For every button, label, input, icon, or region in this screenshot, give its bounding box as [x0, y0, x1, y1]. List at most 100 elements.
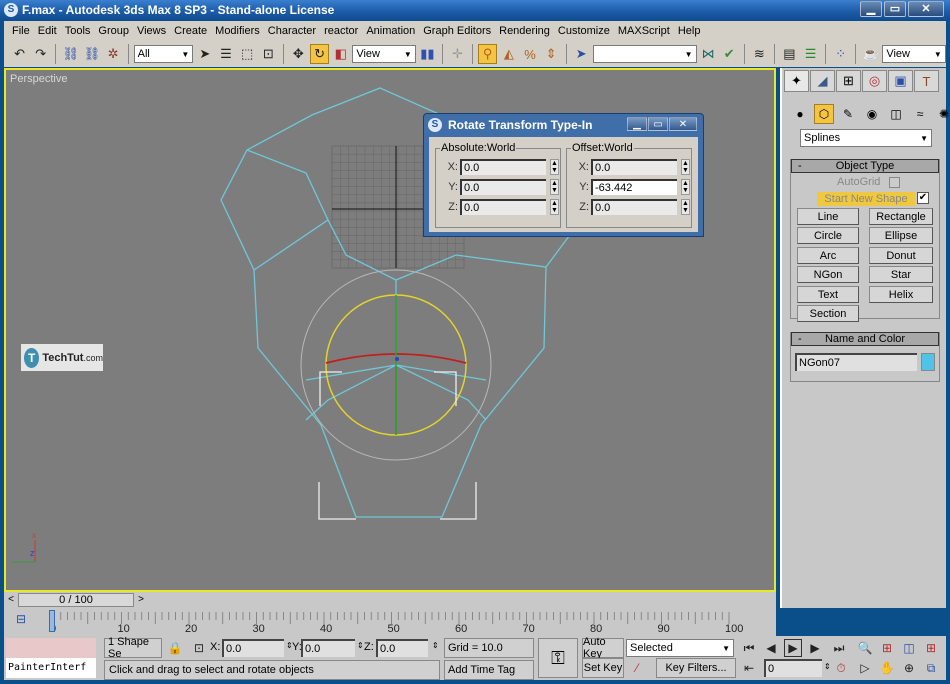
utilities-tab-icon[interactable]: T [914, 70, 939, 92]
pivot-center-icon[interactable]: ▮▮ [418, 44, 437, 64]
rectangle-button[interactable]: Rectangle [869, 208, 933, 225]
create-tab-icon[interactable]: ✦ [784, 70, 809, 92]
menu-edit[interactable]: Edit [34, 25, 61, 37]
lights-icon[interactable]: ✎ [838, 104, 858, 124]
off-z-spinner[interactable]: ▲ ▼ [681, 199, 690, 215]
select-and-manipulate-icon[interactable]: ✛ [448, 44, 467, 64]
curve-editor-icon[interactable]: ▤ [780, 44, 799, 64]
maximize-viewport-icon[interactable]: ⧉ [922, 659, 940, 677]
ngon-button[interactable]: NGon [797, 266, 859, 283]
object-color-swatch[interactable] [921, 353, 935, 371]
dialog-maximize-button[interactable]: ▭ [648, 117, 668, 131]
section-button[interactable]: Section [797, 305, 859, 322]
go-to-end-icon[interactable]: ⏭ [830, 639, 848, 657]
time-configuration-icon[interactable]: ⏱ [832, 659, 850, 677]
ellipse-button[interactable]: Ellipse [869, 227, 933, 244]
render-type-dropdown[interactable]: View ▼ [882, 45, 946, 63]
angle-snap-icon[interactable]: ◭ [499, 44, 518, 64]
open-mini-curve-editor-icon[interactable]: ⊟ [12, 610, 30, 628]
menu-file[interactable]: File [8, 25, 34, 37]
bind-to-space-warp-icon[interactable]: ✲ [104, 44, 123, 64]
menu-create[interactable]: Create [170, 25, 211, 37]
abs-z-input[interactable]: 0.0 [460, 199, 546, 215]
z-coord-spinner[interactable]: ⇕ [432, 641, 439, 650]
donut-button[interactable]: Donut [869, 247, 933, 264]
time-slider-next[interactable]: > [134, 593, 148, 607]
current-frame-spinner[interactable]: ⇕ [824, 662, 831, 671]
go-to-start-icon[interactable]: ⏮ [740, 639, 758, 657]
arc-rotate-icon[interactable]: ⊕ [900, 659, 918, 677]
undo-icon[interactable]: ↶ [10, 44, 29, 64]
set-key-button[interactable]: Set Key [582, 658, 624, 678]
select-and-scale-icon[interactable]: ◧ [331, 44, 350, 64]
close-button[interactable]: ✕ [908, 1, 944, 17]
off-x-spinner[interactable]: ▲ ▼ [681, 159, 690, 175]
zoom-icon[interactable]: 🔍 [856, 639, 874, 657]
off-x-input[interactable]: 0.0 [591, 159, 677, 175]
zoom-all-icon[interactable]: ⊞ [878, 639, 896, 657]
edit-named-selection-icon[interactable]: ➤ [572, 44, 591, 64]
circle-button[interactable]: Circle [797, 227, 859, 244]
menu-rendering[interactable]: Rendering [495, 25, 554, 37]
off-z-input[interactable]: 0.0 [591, 199, 677, 215]
next-frame-icon[interactable]: ▶ [806, 639, 824, 657]
object-type-header[interactable]: - Object Type [791, 159, 939, 173]
category-dropdown[interactable]: Splines ▼ [800, 129, 932, 147]
unlink-selection-icon[interactable]: ⛓ [82, 44, 101, 64]
name-and-color-header[interactable]: - Name and Color [791, 332, 939, 346]
geometry-icon[interactable]: ● [790, 104, 810, 124]
motion-tab-icon[interactable]: ◎ [862, 70, 887, 92]
select-and-link-icon[interactable]: ⛓ [61, 44, 80, 64]
maxscript-mini-listener-pink[interactable] [6, 638, 96, 658]
autogrid-checkbox[interactable] [889, 177, 900, 188]
auto-key-button[interactable]: Auto Key [582, 636, 624, 660]
start-new-shape-checkbox[interactable]: ✔ [917, 192, 929, 204]
select-by-name-icon[interactable]: ☰ [216, 44, 235, 64]
x-coord-input[interactable]: 0.0 [222, 639, 284, 657]
helix-button[interactable]: Helix [869, 286, 933, 303]
material-editor-icon[interactable]: ⁘ [831, 44, 850, 64]
rectangular-selection-icon[interactable]: ⬚ [238, 44, 257, 64]
hierarchy-tab-icon[interactable]: ⊞ [836, 70, 861, 92]
menu-reactor[interactable]: reactor [320, 25, 362, 37]
text-button[interactable]: Text [797, 286, 859, 303]
window-crossing-icon[interactable]: ⊡ [259, 44, 278, 64]
menu-animation[interactable]: Animation [362, 25, 419, 37]
key-mode-dropdown[interactable]: Selected ▼ [626, 639, 734, 657]
start-new-shape-button[interactable]: Start New Shape [817, 192, 915, 206]
schematic-view-icon[interactable]: ☰ [801, 44, 820, 64]
arc-button[interactable]: Arc [797, 247, 859, 264]
off-y-spinner[interactable]: ▲ ▼ [681, 179, 690, 195]
select-object-icon[interactable]: ➤ [195, 44, 214, 64]
add-time-tag-button[interactable]: Add Time Tag [444, 660, 534, 680]
z-coord-input[interactable]: 0.0 [376, 639, 428, 657]
space-warps-icon[interactable]: ≈ [910, 104, 930, 124]
object-name-input[interactable]: NGon07 [795, 353, 917, 371]
cameras-icon[interactable]: ◉ [862, 104, 882, 124]
key-filters-button[interactable]: Key Filters... [656, 658, 736, 678]
menu-views[interactable]: Views [133, 25, 170, 37]
layer-manager-icon[interactable]: ≋ [750, 44, 769, 64]
display-tab-icon[interactable]: ▣ [888, 70, 913, 92]
menu-group[interactable]: Group [94, 25, 133, 37]
render-scene-icon[interactable]: ☕ [861, 44, 880, 64]
current-frame-marker[interactable] [49, 610, 55, 632]
menu-help[interactable]: Help [674, 25, 705, 37]
set-key-icon[interactable]: ⚿ [538, 638, 578, 678]
spinner-snap-icon[interactable]: ⇕ [542, 44, 561, 64]
y-coord-input[interactable]: 0.0 [301, 639, 355, 657]
zoom-extents-all-icon[interactable]: ⊞ [922, 639, 940, 657]
abs-y-input[interactable]: 0.0 [460, 179, 546, 195]
shapes-icon[interactable]: ⬡ [814, 104, 834, 124]
abs-y-spinner[interactable]: ▲ ▼ [550, 179, 559, 195]
previous-frame-icon[interactable]: ◀ [762, 639, 780, 657]
reference-coordinate-dropdown[interactable]: View ▼ [352, 45, 416, 63]
maxscript-mini-listener[interactable]: PainterInterf [6, 658, 96, 678]
menu-maxscript[interactable]: MAXScript [614, 25, 674, 37]
align-icon[interactable]: ✔ [720, 44, 739, 64]
field-of-view-icon[interactable]: ▷ [856, 659, 874, 677]
line-button[interactable]: Line [797, 208, 859, 225]
key-mode-toggle-icon[interactable]: ⇤ [740, 659, 758, 677]
menu-character[interactable]: Character [264, 25, 320, 37]
time-slider-prev[interactable]: < [4, 593, 18, 607]
